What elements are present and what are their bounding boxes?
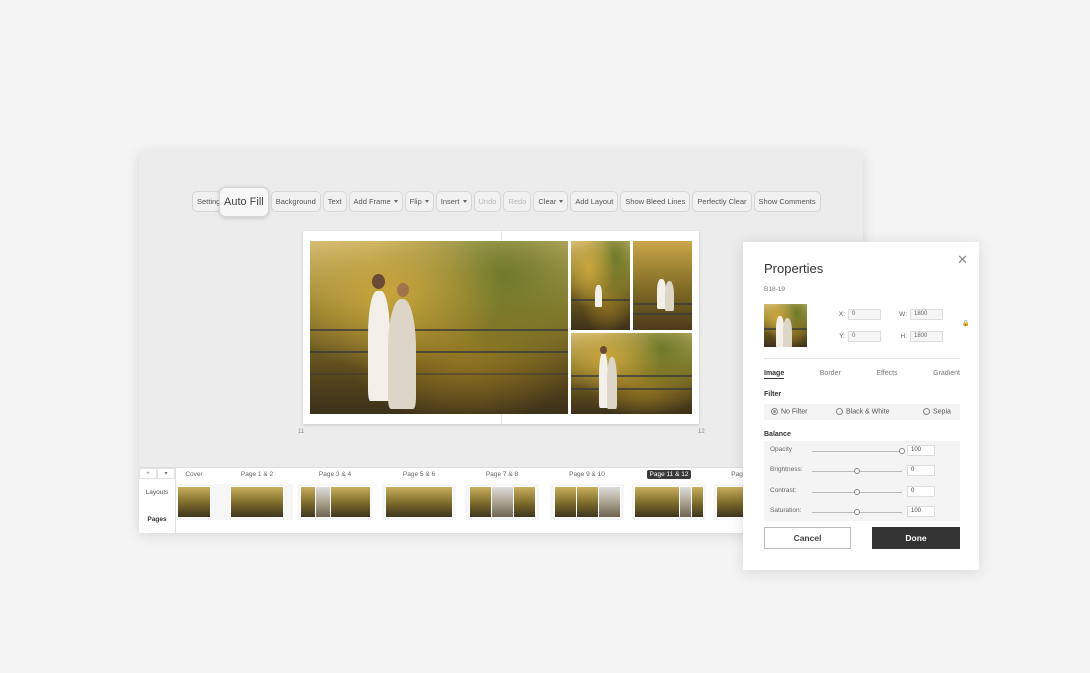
- tab-layouts[interactable]: Layouts: [139, 479, 175, 506]
- page-thumbnail-image: [177, 486, 211, 518]
- slider-handle[interactable]: [899, 448, 905, 454]
- toolbar-perfectly-clear-button[interactable]: Perfectly Clear: [692, 191, 752, 212]
- properties-tabs: Image Border Effects Gradient: [764, 370, 960, 379]
- page-label: Page 9 & 10: [569, 471, 605, 478]
- editor-toolbar: Setting Auto Fill Background Text Add Frame F…: [192, 186, 823, 217]
- balance-row-saturation: Saturation: 100: [764, 506, 960, 518]
- y-coordinate: Y: 0: [829, 331, 881, 342]
- slider-value-input[interactable]: 100: [907, 445, 935, 456]
- frame-id: B18-19: [764, 286, 785, 293]
- caret-down-icon: [393, 200, 398, 203]
- slider-handle[interactable]: [854, 489, 860, 495]
- slider-value-input[interactable]: 100: [907, 506, 935, 517]
- width-input[interactable]: 1800: [910, 309, 943, 320]
- cancel-button[interactable]: Cancel: [764, 527, 851, 549]
- filter-black-white[interactable]: Black & White: [836, 408, 923, 416]
- page-thumbnail-image: [299, 486, 371, 518]
- page-thumbnail[interactable]: Page 3 & 4: [298, 468, 372, 534]
- page-label: Page 1 & 2: [240, 471, 274, 478]
- toolbar-redo-button[interactable]: Redo: [503, 191, 532, 212]
- tab-gradient[interactable]: Gradient: [933, 370, 960, 379]
- strip-sidebar: + ▾ Layouts Pages: [139, 468, 176, 534]
- page-label: Page 5 & 6: [402, 471, 436, 478]
- page-thumbnail[interactable]: Page 7 & 8: [465, 468, 539, 534]
- toolbar-text-button[interactable]: Text: [322, 191, 347, 212]
- filter-no-filter[interactable]: No Filter: [771, 408, 836, 416]
- tab-border[interactable]: Border: [820, 370, 841, 379]
- balance-row-brightness: Brightness: 0: [764, 465, 960, 477]
- height-input[interactable]: 1800: [910, 331, 943, 342]
- toolbar-show-comments-button[interactable]: Show Comments: [753, 191, 821, 212]
- page-thumbnail-image: [230, 486, 284, 518]
- toolbar-background-button[interactable]: Background: [270, 191, 321, 212]
- toolbar-undo-button[interactable]: Undo: [473, 191, 502, 212]
- page-label: Page 3 & 4: [318, 471, 352, 478]
- slider-handle[interactable]: [854, 468, 860, 474]
- left-page-number: 11: [298, 429, 305, 435]
- slider-handle[interactable]: [854, 509, 860, 515]
- caret-down-icon: [424, 200, 429, 203]
- x-coordinate: X: 0: [829, 309, 881, 320]
- page-thumbnail-image: [553, 486, 621, 518]
- y-input[interactable]: 0: [848, 331, 881, 342]
- panel-divider: [764, 358, 960, 359]
- toolbar-insert-button[interactable]: Insert: [435, 191, 472, 212]
- spread-photo-bottom[interactable]: [571, 333, 692, 414]
- toolbar-add-frame-button[interactable]: Add Frame: [348, 191, 403, 212]
- page-thumbnail[interactable]: Page 5 & 6: [382, 468, 456, 534]
- page-label: Page 11 & 12: [646, 470, 692, 479]
- done-button[interactable]: Done: [872, 527, 960, 549]
- filter-sepia[interactable]: Sepia: [923, 408, 951, 416]
- toolbar-clear-button[interactable]: Clear: [533, 191, 569, 212]
- toolbar-setting-button[interactable]: Setting: [192, 191, 221, 212]
- filter-title: Filter: [764, 391, 782, 398]
- tab-effects[interactable]: Effects: [876, 370, 897, 379]
- toolbar-flip-button[interactable]: Flip: [404, 191, 434, 212]
- spread-photo-top-right[interactable]: [633, 241, 692, 330]
- close-icon[interactable]: ✕: [957, 252, 968, 268]
- page-thumbnail-image: [385, 486, 453, 518]
- caret-down-icon: [559, 200, 564, 203]
- slider-value-input[interactable]: 0: [907, 465, 935, 476]
- x-input[interactable]: 0: [848, 309, 881, 320]
- tab-pages[interactable]: Pages: [139, 506, 175, 533]
- right-page-number: 12: [698, 429, 705, 435]
- filter-options: No Filter Black & White Sepia: [764, 404, 960, 420]
- page-spread[interactable]: [303, 231, 699, 424]
- add-page-control[interactable]: +: [139, 468, 157, 479]
- balance-controls: Opacity 100 Brightness: 0 Contrast: 0 Saturati…: [764, 441, 960, 521]
- spread-photo-main[interactable]: [310, 241, 568, 414]
- balance-row-opacity: Opacity 100: [764, 445, 960, 457]
- page-thumbnail-image: [468, 486, 536, 518]
- caret-down-icon: [462, 200, 467, 203]
- page-thumbnail-image: [634, 486, 704, 518]
- balance-row-contrast: Contrast: 0: [764, 486, 960, 498]
- tab-image[interactable]: Image: [764, 370, 785, 379]
- lock-ratio-icon[interactable]: 🔒: [962, 320, 969, 327]
- toolbar-auto-fill-button[interactable]: Auto Fill: [219, 186, 269, 217]
- page-label: Cover: [185, 471, 203, 478]
- selected-image-thumbnail: [764, 304, 807, 347]
- chevron-down-icon[interactable]: ▾: [157, 468, 175, 479]
- balance-title: Balance: [764, 431, 791, 438]
- toolbar-show-bleed-lines-button[interactable]: Show Bleed Lines: [620, 191, 691, 212]
- properties-panel: Properties ✕ B18-19 X: 0 W: 1800 Y: 0 H:…: [743, 242, 979, 570]
- slider-value-input[interactable]: 0: [907, 486, 935, 497]
- page-thumbnail[interactable]: Page 11 & 12: [632, 468, 706, 534]
- height-field: H: 1800: [891, 331, 943, 342]
- width-field: W: 1800: [891, 309, 943, 320]
- toolbar-add-layout-button[interactable]: Add Layout: [570, 191, 619, 212]
- page-thumbnail[interactable]: Page 1 & 2: [221, 468, 293, 534]
- page-label: Page 7 & 8: [485, 471, 519, 478]
- page-thumbnail[interactable]: Page 9 & 10: [550, 468, 624, 534]
- spread-photo-top-left[interactable]: [571, 241, 630, 330]
- slider-track[interactable]: [812, 451, 902, 452]
- properties-title: Properties: [764, 261, 824, 276]
